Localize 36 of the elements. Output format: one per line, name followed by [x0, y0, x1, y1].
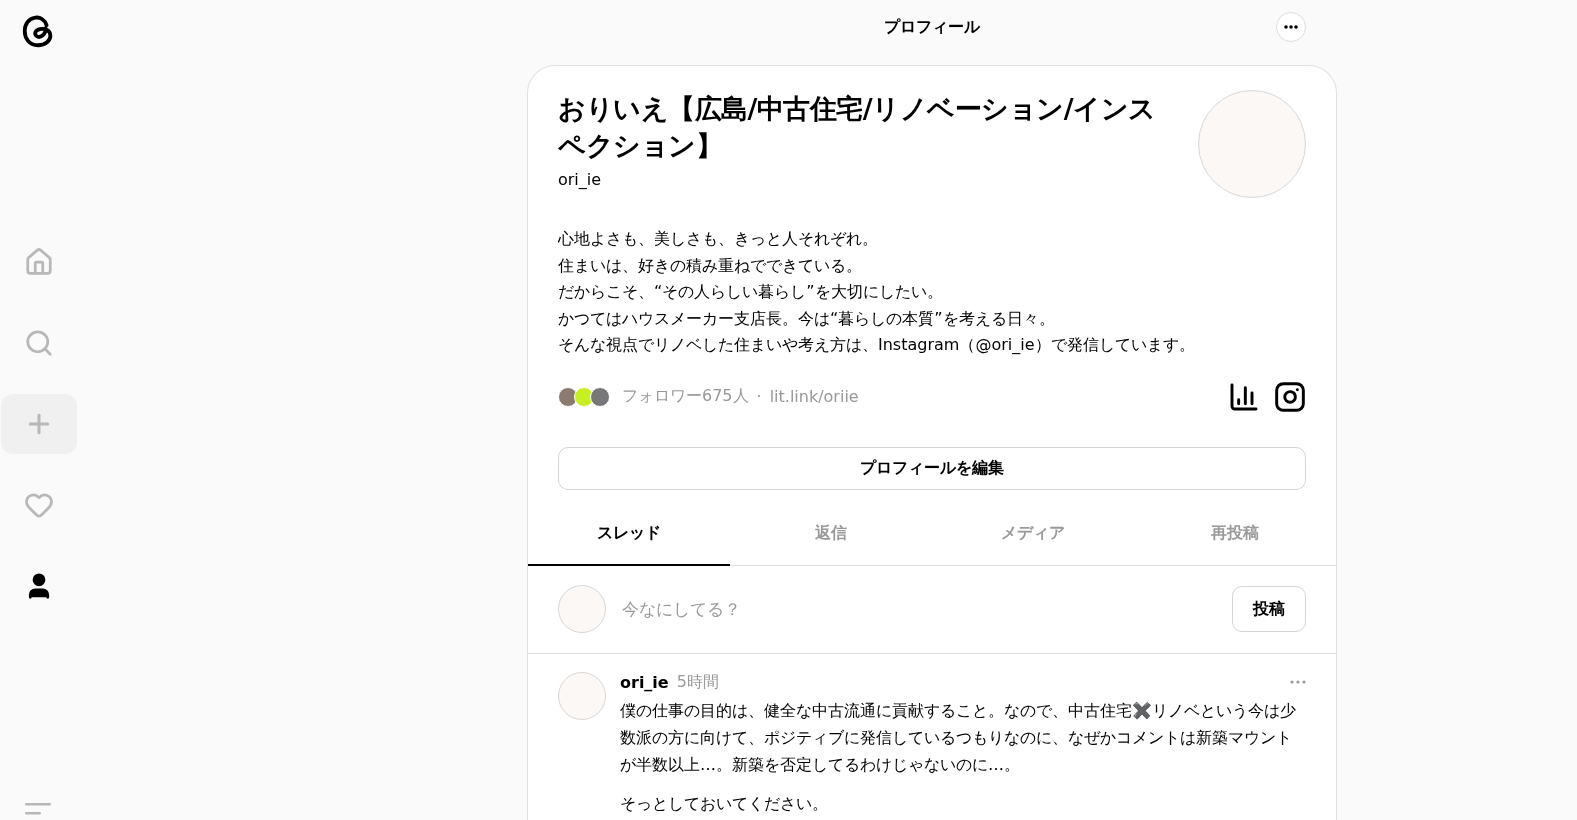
bio-line: かつてはハウスメーカー支店長。今は“暮らしの本質”を考える日々。	[558, 307, 1056, 330]
bio-line: 住まいは、好きの積み重ねでできている。	[558, 254, 863, 277]
search-icon	[24, 328, 54, 358]
post-text: そっとしておいてください。	[620, 792, 829, 815]
profile-link[interactable]: lit.link/oriie	[769, 387, 859, 406]
separator: ·	[756, 387, 762, 406]
page-title: プロフィール	[884, 16, 980, 38]
more-button[interactable]	[1290, 680, 1306, 684]
instagram-button[interactable]	[1274, 380, 1306, 413]
post-time: 5時間	[676, 671, 719, 693]
menu-icon[interactable]	[25, 802, 53, 816]
follower-avatar	[574, 386, 594, 407]
profile-name: おりいえ【広島/中古住宅/リノベーション/インスペクション】	[558, 92, 1157, 163]
home-icon	[24, 247, 54, 277]
follower-count[interactable]: フォロワー675人	[622, 386, 749, 407]
profile-tab[interactable]: メディア	[932, 502, 1134, 566]
follower-avatar	[590, 386, 610, 407]
bio-line: 心地よさも、美しさも、きっと人それぞれ。	[558, 228, 879, 250]
post-button[interactable]: 投稿	[1232, 586, 1306, 632]
bio-line: だからこそ、“その人らしい暮らし”を大切にしたい。	[558, 281, 944, 303]
more-button[interactable]	[1276, 12, 1306, 42]
post-text: 僕の仕事の目的は、健全な中古流通に貢献すること。なので、中古住宅✖リノベという今は少数派の方に向けて、ポジティブに発信しているつもりなのに、なぜかコメントは新築マウントが半数以上…。新築を否定してるわけじゃないのに…。	[620, 699, 1297, 776]
avatar-placeholder	[558, 585, 606, 633]
profile-tab[interactable]: スレッド	[528, 502, 730, 566]
follower-avatar	[558, 386, 578, 407]
camera-icon	[1274, 380, 1306, 413]
more-icon	[1290, 680, 1306, 684]
compose-field[interactable]: 今なにしてる？	[620, 598, 1218, 620]
profile-tab[interactable]: 返信	[730, 502, 932, 566]
profile-handle: ori_ie	[558, 170, 603, 189]
bio-line: そんな視点でリノベした住まいや考え方は、Instagram（@ori_ie）で発信しています。	[558, 334, 1196, 356]
avatar-placeholder	[558, 671, 606, 720]
post-author[interactable]: ori_ie	[620, 672, 669, 692]
more-icon	[1284, 25, 1298, 29]
profile-tab[interactable]: 再投稿	[1134, 502, 1336, 566]
edit-profile-button[interactable]: プロフィールを編集	[558, 446, 1306, 490]
